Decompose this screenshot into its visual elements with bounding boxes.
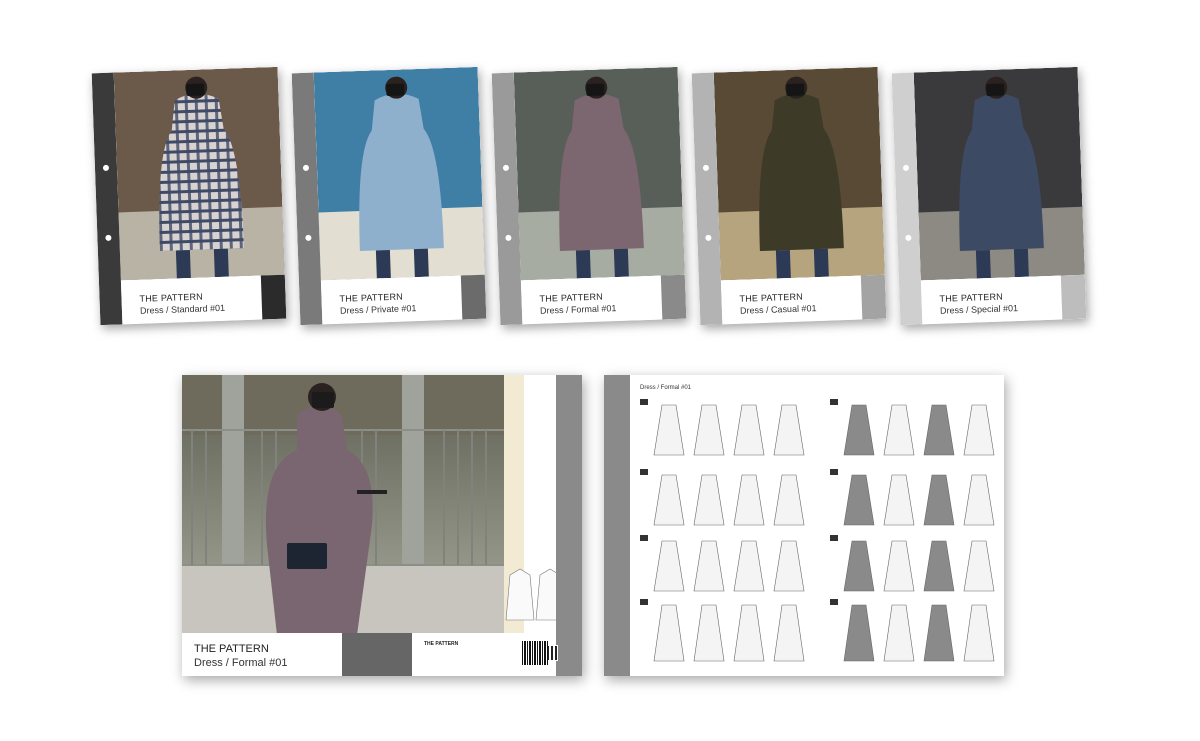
card-subtitle: Dress / Casual #01 [739,303,817,316]
cover-photo-scene [182,375,504,633]
card-title: THE PATTERN [739,291,804,304]
card-tag [260,274,287,320]
cover-brand: THE PATTERN [424,641,459,647]
cover-spine [556,375,582,676]
card-photo [513,66,685,281]
card-footer: THE PATTERN Dress / Standard #01 [120,274,287,325]
card-tag [460,274,487,320]
card-footer: THE PATTERN Dress / Special #01 [920,274,1087,325]
card-subtitle: Dress / Special #01 [939,303,1019,316]
card-footer: THE PATTERN Dress / Casual #01 [720,274,887,325]
card-photo [313,66,485,281]
cover-grey-block [342,633,558,676]
card-footer: THE PATTERN Dress / Private #01 [320,274,487,325]
cover-subtitle: Dress / Formal #01 [194,657,288,669]
card-title: THE PATTERN [539,291,604,304]
cover-title: THE PATTERN [194,643,269,655]
sewing-diagrams [640,399,995,662]
card-photo [713,66,885,281]
barcode-icon [522,641,548,665]
card-tag [660,274,687,320]
pattern-card[interactable]: THE PATTERN Dress / Casual #01 [691,66,887,326]
booklet-cover: THE PATTERN Dress / Formal #01 THE PATTE… [182,375,582,676]
instruction-sheet: Dress / Formal #01 [604,375,1004,676]
card-tag [860,274,887,320]
pattern-card[interactable]: THE PATTERN Dress / Private #01 [291,66,487,326]
card-photo [913,66,1085,281]
sheet-spine [604,375,630,676]
card-subtitle: Dress / Private #01 [339,303,417,316]
card-photo [113,66,285,281]
card-subtitle: Dress / Standard #01 [139,302,226,316]
cover-footer: THE PATTERN Dress / Formal #01 THE PATTE… [182,633,558,676]
pattern-card[interactable]: THE PATTERN Dress / Standard #01 [91,66,287,326]
card-tag [1060,274,1087,320]
card-title: THE PATTERN [939,291,1004,304]
pattern-card[interactable]: THE PATTERN Dress / Special #01 [891,66,1087,326]
card-title: THE PATTERN [339,291,404,304]
card-title: THE PATTERN [139,291,204,304]
card-footer: THE PATTERN Dress / Formal #01 [520,274,687,325]
pattern-card[interactable]: THE PATTERN Dress / Formal #01 [491,66,687,326]
cover-photo [182,375,504,633]
card-subtitle: Dress / Formal #01 [539,303,617,316]
